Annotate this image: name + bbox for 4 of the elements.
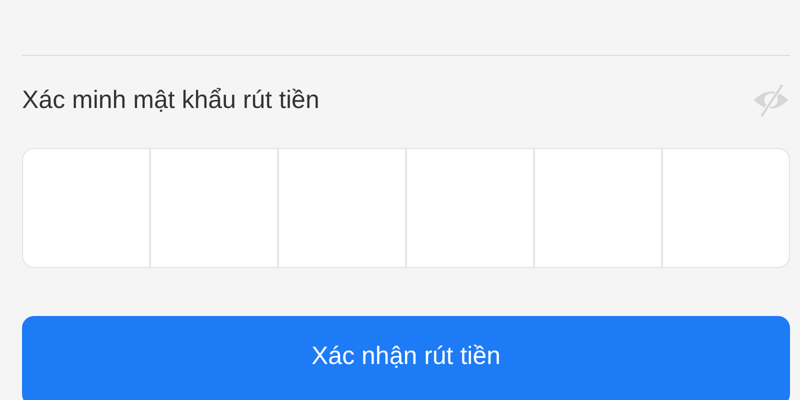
- pin-input-field[interactable]: [22, 148, 790, 268]
- pin-label: Xác minh mật khẩu rút tiền: [22, 86, 320, 114]
- eye-off-icon[interactable]: [752, 81, 790, 119]
- confirm-button[interactable]: Xác nhận rút tiền: [22, 316, 790, 400]
